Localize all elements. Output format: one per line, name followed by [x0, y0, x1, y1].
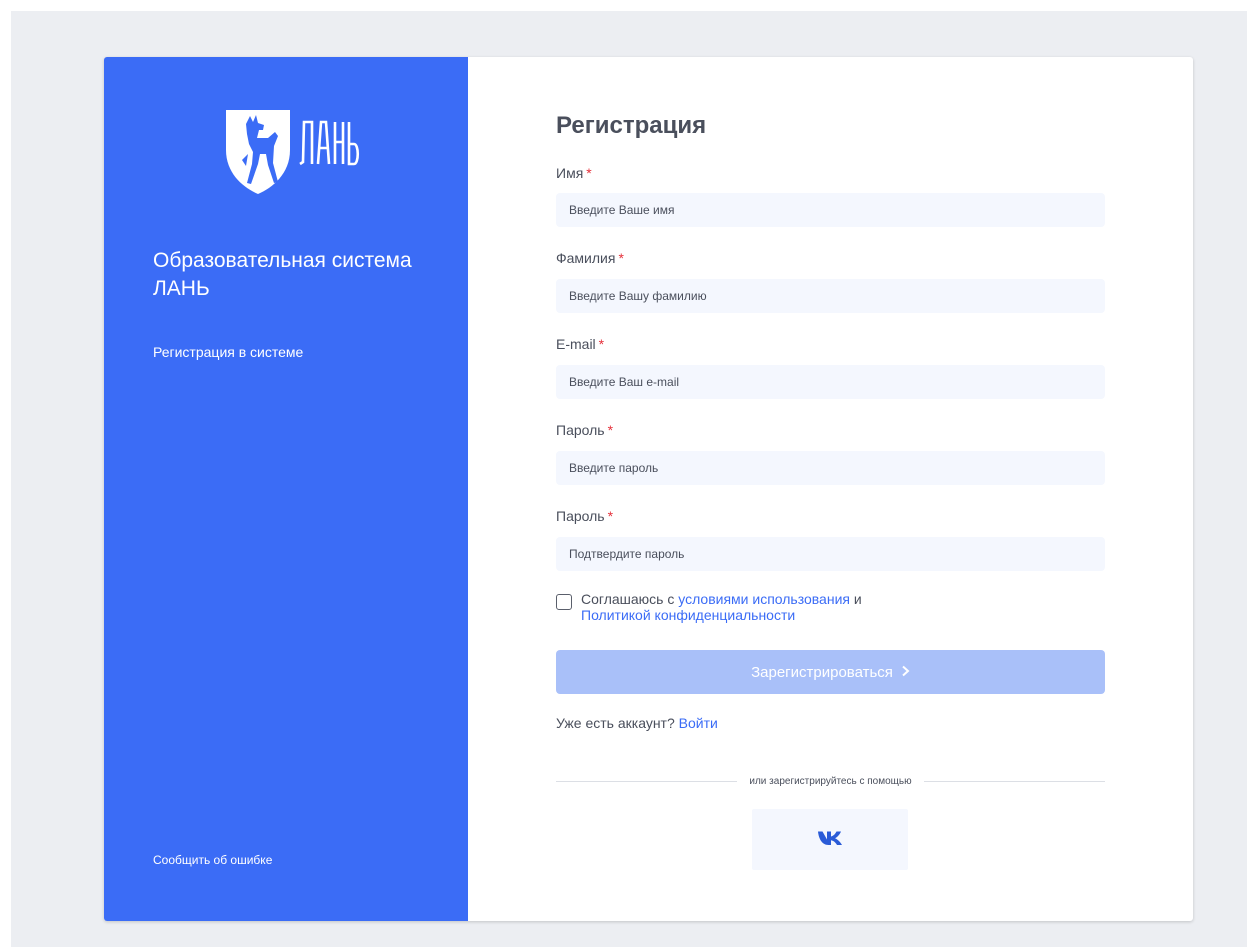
password-label: Пароль *: [556, 421, 613, 439]
divider-text-wrap: или зарегистрируйтесь с помощью: [556, 774, 1105, 790]
confirm-password-label-text: Пароль: [556, 508, 605, 524]
terms-checkbox[interactable]: [556, 594, 572, 610]
social-divider: или зарегистрируйтесь с помощью: [556, 774, 1105, 790]
terms-agreement: Соглашаюсь с условиями использования и П…: [556, 591, 1105, 627]
last-name-label-text: Фамилия: [556, 250, 616, 266]
last-name-input[interactable]: [556, 279, 1105, 313]
confirm-password-input[interactable]: [556, 537, 1105, 571]
brand-title: Образовательная система ЛАНЬ: [153, 249, 412, 300]
terms-text: Соглашаюсь с условиями использования и П…: [581, 591, 862, 623]
password-input[interactable]: [556, 451, 1105, 485]
vk-icon: [817, 830, 843, 849]
registration-form: Регистрация Имя* Фамилия* E-mail* Пароль…: [468, 57, 1193, 921]
privacy-policy-link[interactable]: Политикой конфиденциальности: [581, 607, 795, 623]
first-name-label: Имя *: [556, 164, 592, 182]
required-mark: *: [607, 422, 614, 438]
deer-shield-icon: [226, 110, 360, 194]
required-mark: *: [598, 336, 605, 352]
login-link[interactable]: Войти: [679, 715, 718, 731]
required-mark: *: [618, 250, 624, 266]
first-name-input[interactable]: [556, 193, 1105, 227]
required-mark: *: [607, 508, 614, 524]
registration-card: Образовательная система ЛАНЬ Регистрация…: [104, 57, 1193, 921]
form-title: Регистрация: [556, 112, 707, 139]
confirm-password-label: Пароль *: [556, 507, 613, 525]
terms-and: и: [853, 591, 862, 607]
email-input[interactable]: [556, 365, 1105, 399]
brand-subtitle: Регистрация в системе: [153, 344, 304, 360]
vk-login-button[interactable]: [752, 809, 908, 870]
brand-panel: Образовательная система ЛАНЬ Регистрация…: [104, 57, 468, 921]
lan-logo: [222, 108, 362, 194]
register-button[interactable]: Зарегистрироваться: [556, 650, 1105, 694]
have-account-text: Уже есть аккаунт?: [556, 715, 675, 731]
terms-of-use-link[interactable]: условиями использования: [678, 591, 850, 607]
first-name-label-text: Имя: [556, 165, 584, 181]
password-label-text: Пароль: [556, 422, 605, 438]
have-account-row: Уже есть аккаунт? Войти: [556, 714, 718, 732]
divider-text: или зарегистрируйтесь с помощью: [737, 776, 924, 787]
chevron-right-icon: [901, 664, 910, 681]
report-error-link[interactable]: Сообщить об ошибке: [153, 852, 272, 868]
email-label-text: E-mail: [556, 336, 596, 352]
last-name-label: Фамилия *: [556, 249, 624, 267]
required-mark: *: [586, 165, 592, 181]
email-label: E-mail *: [556, 335, 604, 353]
register-button-label: Зарегистрироваться: [751, 663, 893, 681]
terms-prefix: Соглашаюсь с: [581, 591, 675, 607]
